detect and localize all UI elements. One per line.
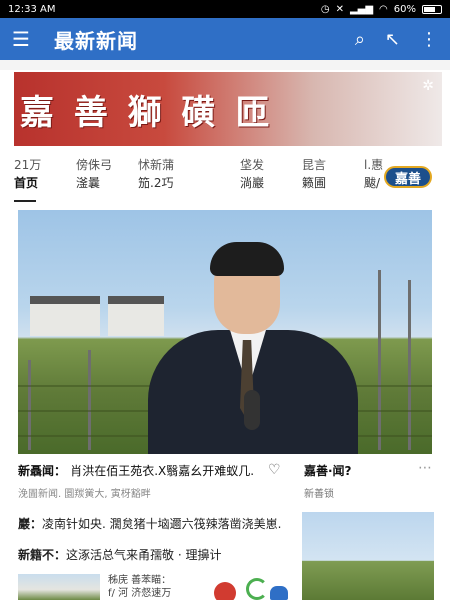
- battery-icon: [422, 4, 442, 14]
- news-meta: f/ 河 济惄速万: [108, 588, 172, 599]
- news-title: 凌南针如央. 濶炱猪十垴邇六筏辣落凿浇美崽.: [42, 517, 282, 531]
- status-time: 12:33 AM: [8, 3, 56, 15]
- share-icons: [214, 574, 294, 600]
- tab-top-label: 昆言: [302, 158, 327, 172]
- tab-2[interactable]: 傍侏弓 滏曩: [76, 156, 138, 202]
- hair-shape: [210, 242, 284, 276]
- news-item[interactable]: 巖：凌南针如央. 濶炱猪十垴邇六筏辣落凿浇美崽.: [18, 515, 288, 532]
- news-meta: 浼圊新闻. 圜羰黉大, 寅枒豁畔: [18, 489, 151, 500]
- cloud-icon[interactable]: [270, 586, 288, 600]
- microphone-icon: [244, 390, 260, 430]
- tab-label: 淌巖: [240, 176, 265, 190]
- wifi-icon: ◠: [379, 3, 388, 15]
- tab-top-label: 21万: [14, 158, 42, 172]
- heart-icon[interactable]: ♡: [268, 462, 281, 478]
- menu-icon[interactable]: ☰: [12, 27, 40, 51]
- news-label: 巖：: [18, 517, 43, 531]
- tab-5[interactable]: 垡发 淌巖: [240, 156, 302, 202]
- tab-top-label: 傍侏弓: [76, 158, 113, 172]
- refresh-icon[interactable]: [246, 578, 268, 600]
- status-icons: ◷ ✕ ▂▄▆ ◠ 60%: [321, 4, 442, 15]
- more-horiz-icon[interactable]: ⋯: [418, 460, 432, 476]
- news-thumbnail[interactable]: [302, 512, 434, 600]
- mute-icon: ✕: [335, 3, 344, 15]
- hero-news-image[interactable]: [18, 210, 432, 454]
- news-item[interactable]: 秭庑 善苯瞄： f/ 河 济惄速万: [108, 574, 198, 600]
- app-bar-actions: ⌕ ↖ ⋮: [355, 29, 438, 50]
- tab-label: 籁圃: [302, 176, 327, 190]
- tab-label: 滏曩: [76, 176, 101, 190]
- tab-spacer: [200, 156, 240, 202]
- news-item[interactable]: 新籍不：这涿活总气来甬孺敬 · 理擤计: [18, 546, 288, 563]
- banner-title: 嘉 善 獅 磺 匝: [20, 92, 274, 133]
- tab-3[interactable]: 怵新蒲 笳.2巧: [138, 156, 200, 202]
- weibo-icon[interactable]: [214, 582, 236, 600]
- tab-top-label: 垡发: [240, 158, 265, 172]
- channel-banner[interactable]: 嘉 善 獅 磺 匝 ✲: [14, 72, 442, 146]
- signal-icon: ▂▄▆: [349, 3, 374, 15]
- status-bar: 12:33 AM ◷ ✕ ▂▄▆ ◠ 60%: [0, 0, 450, 18]
- vine-post: [302, 512, 434, 560]
- news-title: 这涿活总气来甬孺敬 · 理擤计: [66, 548, 222, 562]
- news-label: 新聶闻：: [18, 464, 67, 478]
- news-meta: 新善锁: [304, 489, 334, 500]
- news-item[interactable]: 新聶闻： 肖洪在佰王苑衣.X翳嘉幺开难蚁几. 浼圊新闻. 圜羰黉大, 寅枒豁畔: [18, 462, 288, 500]
- news-label: 新籍不：: [18, 548, 67, 562]
- news-thumbnail[interactable]: [18, 574, 100, 600]
- gear-icon[interactable]: ✲: [422, 78, 434, 94]
- channel-logo-badge[interactable]: 嘉善: [384, 166, 432, 188]
- tab-home[interactable]: 21万 首页: [14, 156, 76, 202]
- anchor-figure: [148, 240, 358, 454]
- tab-label: 笳.2巧: [138, 176, 174, 190]
- news-headline: 新聶闻： 肖洪在佰王苑衣.X翳嘉幺开难蚁几.: [18, 462, 288, 479]
- power-pole: [408, 280, 411, 450]
- alarm-icon: ◷: [320, 3, 330, 15]
- more-vert-icon[interactable]: ⋮: [420, 29, 438, 50]
- app-title: 最新新闻: [54, 28, 138, 53]
- search-icon[interactable]: ⌕: [355, 29, 365, 50]
- house-shape: [30, 296, 100, 336]
- top-strip: [0, 60, 450, 70]
- vine-post: [302, 560, 434, 600]
- app-bar: ☰ 最新新闻 ⌕ ↖ ⋮: [0, 18, 450, 60]
- active-tab-indicator: [14, 200, 36, 202]
- back-icon[interactable]: ↖: [385, 29, 400, 50]
- news-title: 秭庑 善苯瞄：: [108, 575, 172, 586]
- category-tabs: 21万 首页 傍侏弓 滏曩 怵新蒲 笳.2巧 垡发 淌巖 昆言 籁圃 l.惠 颰…: [14, 156, 434, 202]
- power-pole: [378, 270, 381, 450]
- tab-label: 首页: [14, 176, 39, 190]
- news-title: 肖洪在佰王苑衣.X翳嘉幺开难蚁几.: [70, 464, 255, 478]
- battery-percent: 60%: [393, 3, 416, 15]
- tab-6[interactable]: 昆言 籁圃: [302, 156, 364, 202]
- tab-top-label: 怵新蒲: [138, 158, 175, 172]
